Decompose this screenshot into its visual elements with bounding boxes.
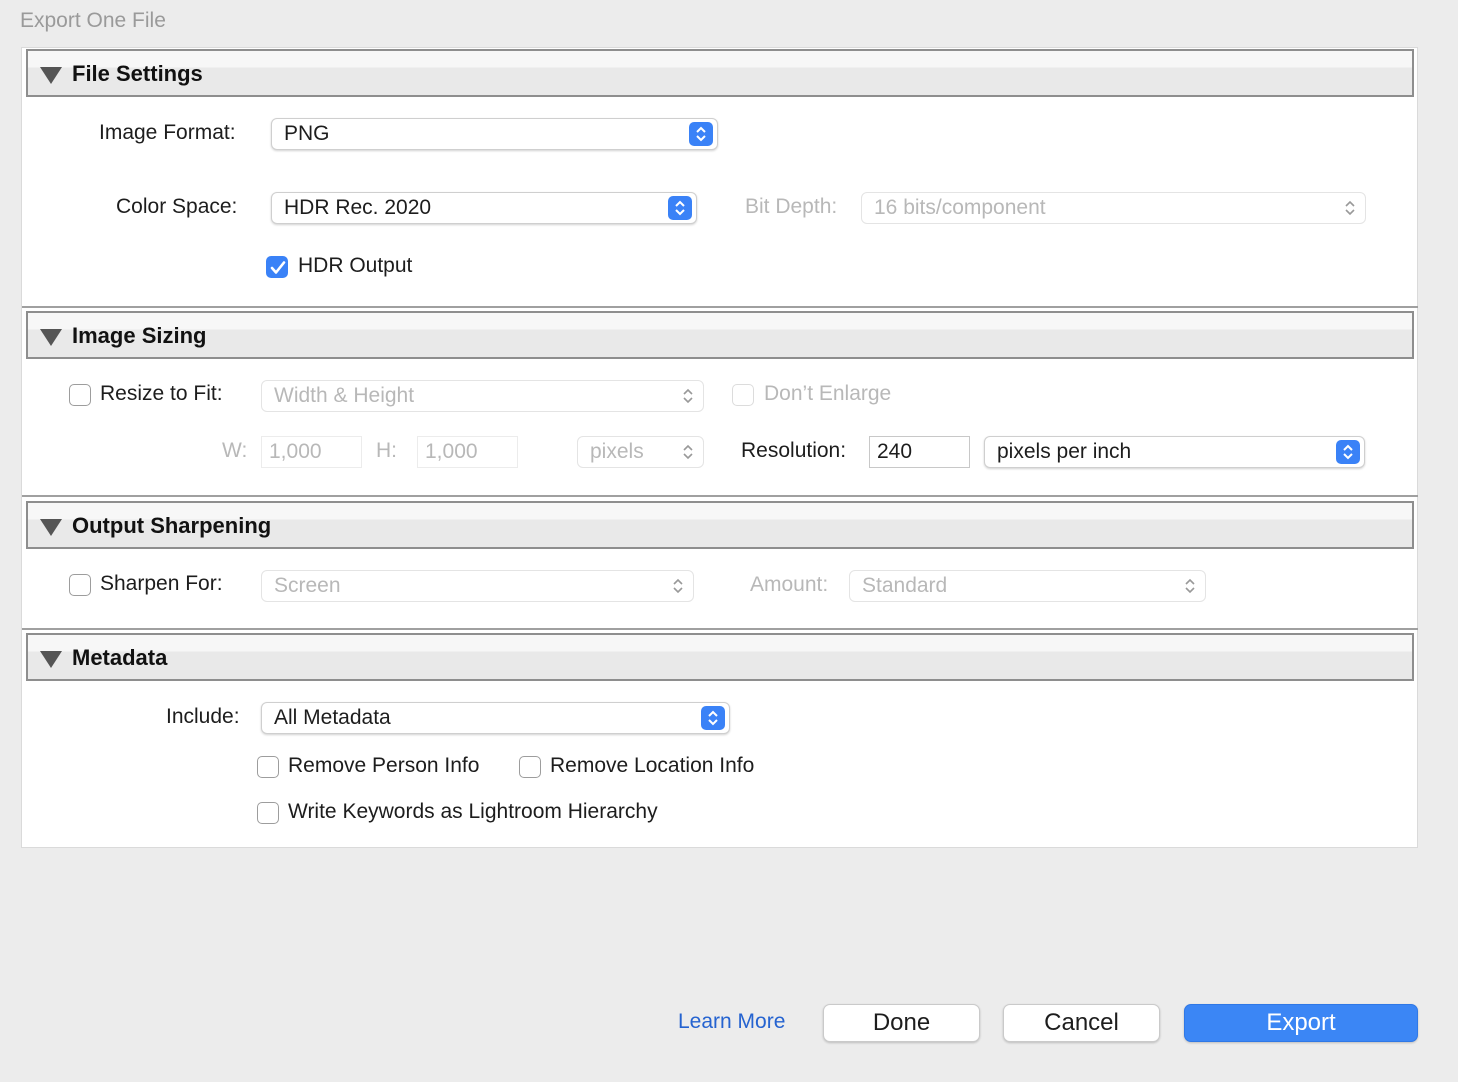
window-title: Export One File — [20, 9, 166, 32]
checkmark-icon — [270, 261, 286, 274]
sharpen-for-value: Screen — [274, 574, 341, 597]
resize-mode-value: Width & Height — [274, 384, 415, 407]
write-keywords-checkbox[interactable] — [257, 802, 279, 824]
export-button[interactable]: Export — [1184, 1004, 1418, 1042]
chevron-updown-icon — [681, 385, 695, 416]
amount-value: Standard — [862, 574, 948, 597]
size-units-select[interactable]: pixels — [577, 436, 704, 468]
image-format-value: PNG — [284, 122, 330, 145]
remove-location-info-label[interactable]: Remove Location Info — [550, 754, 754, 778]
resize-to-fit-checkbox[interactable] — [69, 384, 91, 406]
sharpen-for-select[interactable]: Screen — [261, 570, 694, 602]
resize-to-fit-label[interactable]: Resize to Fit: — [100, 382, 223, 406]
section-header-metadata[interactable]: Metadata — [26, 633, 1414, 681]
bit-depth-select[interactable]: 16 bits/component — [861, 192, 1366, 224]
section-title: File Settings — [72, 61, 203, 86]
height-label: H: — [376, 439, 397, 462]
include-metadata-select[interactable]: All Metadata — [261, 702, 730, 734]
bit-depth-value: 16 bits/component — [874, 196, 1046, 219]
color-space-value: HDR Rec. 2020 — [284, 196, 432, 219]
done-button[interactable]: Done — [823, 1004, 980, 1042]
amount-label: Amount: — [750, 573, 829, 596]
bit-depth-label: Bit Depth: — [745, 195, 838, 218]
amount-select[interactable]: Standard — [849, 570, 1206, 602]
chevron-updown-icon — [681, 441, 695, 472]
section-header-output-sharpening[interactable]: Output Sharpening — [26, 501, 1414, 549]
sharpen-for-label[interactable]: Sharpen For: — [100, 572, 223, 596]
cancel-button[interactable]: Cancel — [1003, 1004, 1160, 1042]
dont-enlarge-checkbox[interactable] — [732, 384, 754, 406]
image-format-select[interactable]: PNG — [271, 118, 718, 150]
hdr-output-label[interactable]: HDR Output — [298, 254, 412, 278]
resolution-units-value: pixels per inch — [997, 440, 1132, 463]
dont-enlarge-label[interactable]: Don’t Enlarge — [764, 382, 891, 406]
size-units-value: pixels — [590, 440, 644, 463]
disclosure-triangle-icon[interactable] — [40, 329, 62, 346]
section-title: Output Sharpening — [72, 513, 272, 538]
popup-stepper-icon — [689, 122, 713, 146]
image-format-label: Image Format: — [99, 121, 236, 144]
chevron-updown-icon — [1183, 575, 1197, 606]
section-title: Metadata — [72, 645, 168, 670]
chevron-updown-icon — [671, 575, 685, 606]
popup-stepper-icon — [1336, 440, 1360, 464]
width-label: W: — [222, 439, 248, 462]
write-keywords-label[interactable]: Write Keywords as Lightroom Hierarchy — [288, 800, 658, 824]
section-divider — [22, 495, 1418, 497]
remove-person-info-checkbox[interactable] — [257, 756, 279, 778]
hdr-output-checkbox[interactable] — [266, 256, 288, 278]
disclosure-triangle-icon[interactable] — [40, 519, 62, 536]
include-label: Include: — [166, 705, 240, 728]
resolution-label: Resolution: — [741, 439, 847, 462]
remove-location-info-checkbox[interactable] — [519, 756, 541, 778]
sharpen-for-checkbox[interactable] — [69, 574, 91, 596]
section-divider — [22, 306, 1418, 308]
resolution-units-select[interactable]: pixels per inch — [984, 436, 1365, 468]
section-header-image-sizing[interactable]: Image Sizing — [26, 311, 1414, 359]
height-field[interactable]: 1,000 — [417, 436, 518, 468]
learn-more-link[interactable]: Learn More — [678, 1010, 785, 1034]
popup-stepper-icon — [701, 706, 725, 730]
disclosure-triangle-icon[interactable] — [40, 651, 62, 668]
remove-person-info-label[interactable]: Remove Person Info — [288, 754, 479, 778]
section-divider — [22, 628, 1418, 630]
section-title: Image Sizing — [72, 323, 207, 348]
resize-mode-select[interactable]: Width & Height — [261, 380, 704, 412]
include-metadata-value: All Metadata — [274, 706, 391, 729]
popup-stepper-icon — [668, 196, 692, 220]
color-space-select[interactable]: HDR Rec. 2020 — [271, 192, 697, 224]
width-field[interactable]: 1,000 — [261, 436, 362, 468]
chevron-updown-icon — [1343, 197, 1357, 228]
disclosure-triangle-icon[interactable] — [40, 67, 62, 84]
resolution-field[interactable]: 240 — [869, 436, 970, 468]
section-header-file-settings[interactable]: File Settings — [26, 49, 1414, 97]
color-space-label: Color Space: — [116, 195, 238, 218]
